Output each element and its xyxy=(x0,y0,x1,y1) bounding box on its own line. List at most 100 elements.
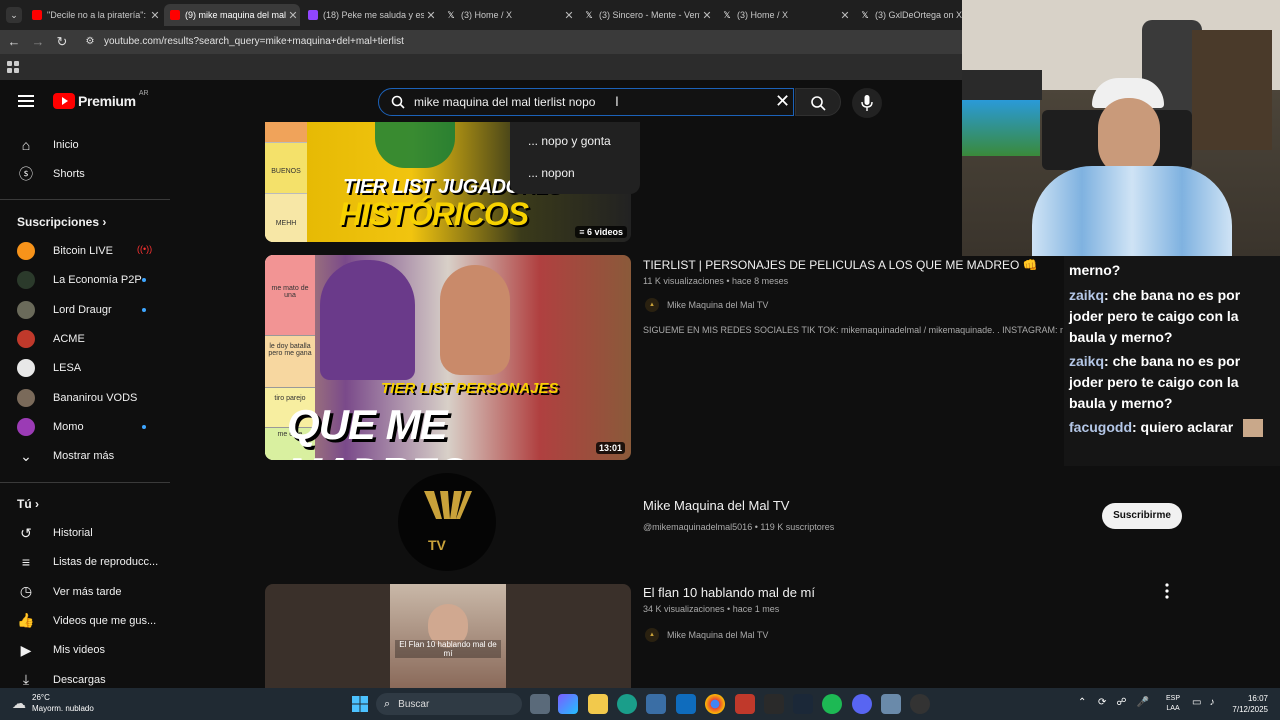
spotify-icon[interactable] xyxy=(822,694,842,714)
taskbar-search[interactable]: ⌕ Buscar xyxy=(376,693,522,715)
browser-tab[interactable]: "Decile no a la piratería": I ✕ xyxy=(26,4,162,26)
voice-search-button[interactable] xyxy=(852,88,882,118)
app-icon[interactable] xyxy=(764,694,784,714)
weather-widget[interactable]: ☁ 26°C Mayorm. nublado xyxy=(12,692,94,714)
address-bar[interactable]: youtube.com/results?search_query=mike+ma… xyxy=(104,36,404,47)
store-icon[interactable] xyxy=(646,694,666,714)
browser-tab[interactable]: 𝕏 (3) Sincero - Mente - Vent ✕ xyxy=(578,4,714,26)
sidebar-item[interactable]: ⌂ Inicio xyxy=(0,131,170,159)
chevron-right-icon: › xyxy=(99,215,107,229)
clock[interactable]: 16:07 7/12/2025 xyxy=(1226,693,1268,715)
sidebar-item[interactable]: 👍 Videos que me gus... xyxy=(0,607,170,635)
sidebar-item[interactable]: Bananirou VODS xyxy=(0,384,170,412)
file-explorer-icon[interactable] xyxy=(588,694,608,714)
youtube-logo[interactable]: Premium AR xyxy=(53,90,149,109)
premium-label: Premium xyxy=(78,93,136,109)
close-tab-icon[interactable]: ✕ xyxy=(286,9,300,22)
app-icon[interactable] xyxy=(735,694,755,714)
sidebar-item[interactable]: ACME xyxy=(0,325,170,353)
channel-link[interactable]: ▲ Mike Maquina del Mal TV xyxy=(645,298,768,312)
sidebar-item-label: Videos que me gus... xyxy=(53,614,157,627)
channel-avatar xyxy=(17,271,35,290)
language-indicator[interactable]: ESP LAA xyxy=(1166,694,1180,714)
more-options-icon[interactable] xyxy=(1162,582,1172,600)
sidebar-item[interactable]: ▶ Mis videos xyxy=(0,636,170,664)
app-icon[interactable] xyxy=(881,694,901,714)
chevron-up-icon[interactable]: ⌃ xyxy=(1078,697,1086,708)
suggestion-item[interactable]: ... nopo y gonta xyxy=(528,134,611,148)
browser-tab[interactable]: 𝕏 (3) Home / X ✕ xyxy=(716,4,852,26)
search-box[interactable]: mike maquina del mal tierlist nopo I ✕ xyxy=(378,88,794,116)
tier-label: MEHH xyxy=(275,220,297,227)
sidebar-item[interactable]: ↺ Historial xyxy=(0,519,170,547)
sidebar-item[interactable]: La Economía P2P xyxy=(0,266,170,294)
network-volume-icons[interactable]: ▭♪ xyxy=(1192,697,1222,708)
windows-taskbar: ☁ 26°C Mayorm. nublado ⌕ Buscar ⌃ ⟳☍🎤 ES… xyxy=(0,688,1280,720)
home-icon: ⌂ xyxy=(21,137,31,153)
clear-search-icon[interactable]: ✕ xyxy=(775,91,790,112)
apps-grid-icon[interactable] xyxy=(7,60,19,73)
outlook-icon[interactable] xyxy=(676,694,696,714)
video-thumbnail[interactable]: El Flan 10 hablando mal de mí xyxy=(265,584,631,688)
browser-tab[interactable]: (9) mike maquina del mal ✕ xyxy=(164,4,300,26)
task-view-icon[interactable] xyxy=(530,694,550,714)
browser-tab[interactable]: (18) Peke me saluda y es c ✕ xyxy=(302,4,438,26)
duration-badge: 13:01 xyxy=(595,442,625,454)
history-icon: ↺ xyxy=(20,524,32,541)
menu-icon[interactable] xyxy=(18,94,34,108)
browser-tab[interactable]: 𝕏 (3) Home / X ✕ xyxy=(440,4,576,26)
forward-icon[interactable]: → xyxy=(30,34,46,50)
video-meta: 11 K visualizaciones • hace 8 meses xyxy=(643,276,789,286)
site-info-icon[interactable]: ⚙ xyxy=(82,34,98,50)
close-tab-icon[interactable]: ✕ xyxy=(562,9,576,22)
close-tab-icon[interactable]: ✕ xyxy=(838,9,852,22)
start-icon[interactable] xyxy=(350,694,370,714)
sidebar-item[interactable]: ⓢ Shorts xyxy=(0,160,170,188)
channel-link[interactable]: ▲ Mike Maquina del Mal TV xyxy=(645,628,768,642)
sidebar-item[interactable]: ⌄ Mostrar más xyxy=(0,442,170,470)
sidebar-item[interactable]: Bitcoin LIVE ((•)) xyxy=(0,237,170,265)
close-tab-icon[interactable]: ✕ xyxy=(700,9,714,22)
you-header[interactable]: Tú › xyxy=(17,497,39,511)
sidebar-divider xyxy=(0,199,170,200)
twitch-icon xyxy=(308,10,318,20)
channel-name[interactable]: Mike Maquina del Mal TV xyxy=(643,498,789,513)
close-tab-icon[interactable]: ✕ xyxy=(148,9,162,22)
chevron-right-icon: › xyxy=(31,497,40,511)
reload-icon[interactable]: ↻ xyxy=(54,34,70,50)
video-title[interactable]: TIERLIST | PERSONAJES DE PELICULAS A LOS… xyxy=(643,258,1038,272)
tab-search-icon[interactable]: ⌄ xyxy=(6,7,22,23)
tab-title: (9) mike maquina del mal xyxy=(185,10,286,20)
chat-username: zaikq xyxy=(1069,287,1105,303)
back-icon[interactable]: ← xyxy=(6,34,22,50)
sidebar-item[interactable]: ◷ Ver más tarde xyxy=(0,578,170,606)
steam-icon[interactable] xyxy=(793,694,813,714)
sidebar-item[interactable]: Lord Draugr xyxy=(0,296,170,324)
sidebar-item[interactable]: ≡ Listas de reproducc... xyxy=(0,548,170,576)
close-tab-icon[interactable]: ✕ xyxy=(424,9,438,22)
edge-icon[interactable] xyxy=(617,694,637,714)
youtube-icon xyxy=(32,10,42,20)
x-icon: 𝕏 xyxy=(447,9,455,20)
chrome-icon[interactable] xyxy=(705,694,725,714)
sidebar-item[interactable]: Momo xyxy=(0,413,170,441)
tab-title: (3) Sincero - Mente - Vent xyxy=(599,10,700,20)
subscribe-button[interactable]: Suscribirme xyxy=(1102,503,1182,529)
channel-avatar-large[interactable]: TV xyxy=(398,473,496,571)
sidebar-item[interactable]: LESA xyxy=(0,354,170,382)
discord-icon[interactable] xyxy=(852,694,872,714)
video-thumbnail[interactable]: me mato de una le doy batalla pero me ga… xyxy=(265,255,631,460)
sidebar-item-label: Mostrar más xyxy=(53,450,115,462)
suggestion-item[interactable]: ... nopon xyxy=(528,166,575,180)
search-button[interactable] xyxy=(795,88,841,116)
obs-icon[interactable] xyxy=(910,694,930,714)
sidebar-item-label: Mis videos xyxy=(53,644,105,657)
video-title[interactable]: El flan 10 hablando mal de mí xyxy=(643,585,815,600)
search-input[interactable]: mike maquina del mal tierlist nopo xyxy=(414,95,595,109)
copilot-icon[interactable] xyxy=(558,694,578,714)
sidebar-item-label: Listas de reproducc... xyxy=(53,556,159,569)
subscriptions-header[interactable]: Suscripciones › xyxy=(17,215,106,229)
tray-icons[interactable]: ⟳☍🎤 xyxy=(1098,697,1159,708)
x-icon: 𝕏 xyxy=(861,9,869,20)
youtube-icon xyxy=(170,10,180,20)
